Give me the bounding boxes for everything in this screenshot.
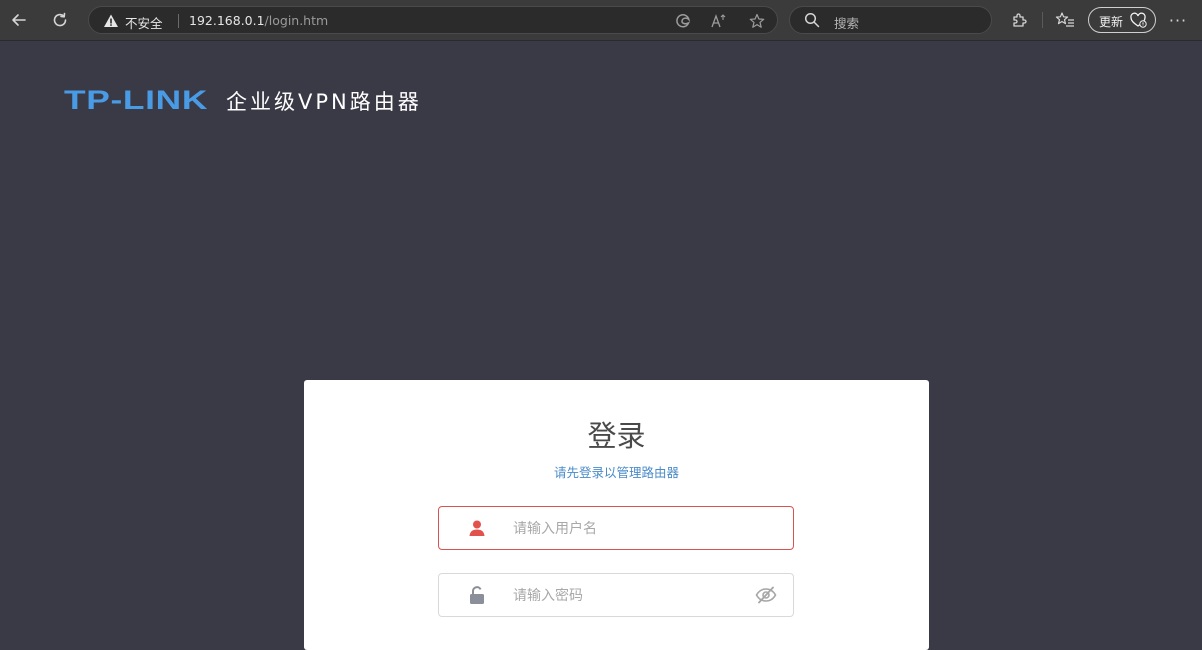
- update-label: 更新: [1099, 15, 1124, 29]
- password-input[interactable]: [511, 584, 755, 608]
- address-bar[interactable]: 不安全 192.168.0.1/login.htm: [88, 6, 778, 34]
- back-arrow-icon: [12, 14, 26, 26]
- product-name: 企业级VPN路由器: [226, 90, 422, 114]
- eye-off-icon[interactable]: [755, 585, 777, 605]
- refresh-button[interactable]: [46, 6, 74, 34]
- warning-icon: [104, 14, 118, 27]
- puzzle-icon: [1013, 13, 1027, 27]
- update-heart-icon: [1130, 12, 1147, 28]
- search-icon: [804, 12, 820, 28]
- security-status[interactable]: 不安全: [125, 13, 163, 32]
- edge-logo-icon: [676, 14, 691, 28]
- search-placeholder: 搜索: [834, 16, 860, 31]
- username-field[interactable]: [438, 506, 794, 550]
- url-host: 192.168.0.1: [189, 13, 265, 28]
- tp-link-logo: TP-LINK: [64, 85, 208, 114]
- brand-text: TP-LINK: [64, 85, 208, 114]
- search-box[interactable]: 搜索: [789, 6, 992, 34]
- back-button[interactable]: [5, 6, 33, 34]
- login-title: 登录: [587, 419, 646, 453]
- read-aloud-glyph-icon: [711, 14, 726, 28]
- favorite-star-icon[interactable]: [747, 11, 767, 31]
- login-subtitle: 请先登录以管理路由器: [553, 465, 679, 480]
- url-divider: [178, 14, 179, 28]
- toolbar-divider: [1042, 12, 1043, 28]
- edge-icon[interactable]: [673, 11, 693, 31]
- browser-toolbar: 不安全 192.168.0.1/login.htm 搜索 更新 ···: [0, 0, 1202, 41]
- more-menu-button[interactable]: ···: [1166, 8, 1190, 32]
- read-aloud-icon[interactable]: [709, 11, 729, 31]
- update-button[interactable]: 更新: [1088, 7, 1156, 33]
- url-text[interactable]: 192.168.0.1/login.htm: [189, 13, 328, 28]
- star-icon: [749, 13, 765, 28]
- user-icon: [469, 520, 485, 536]
- extensions-button[interactable]: [1008, 9, 1030, 31]
- url-path: /login.htm: [264, 13, 329, 28]
- username-input[interactable]: [511, 517, 755, 541]
- favorites-list-icon: [1055, 12, 1074, 27]
- lock-icon: [470, 586, 484, 604]
- login-card: 登录 请先登录以管理路由器: [304, 380, 929, 650]
- favorites-button[interactable]: [1054, 9, 1076, 31]
- password-field[interactable]: [438, 573, 794, 617]
- refresh-icon: [53, 12, 67, 27]
